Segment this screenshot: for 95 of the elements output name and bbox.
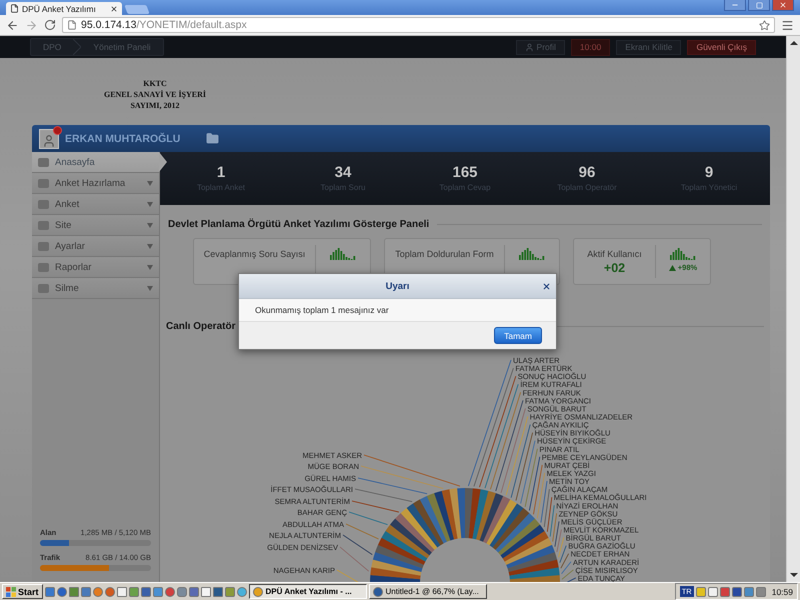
program-icon[interactable] — [236, 586, 247, 596]
leader-line — [346, 524, 379, 540]
header-title: GENEL SANAYİ VE İŞYERİ — [104, 89, 206, 100]
section-title: Canlı Operatör — [166, 321, 236, 332]
user-icon — [524, 42, 534, 52]
menu-item[interactable]: Site — [32, 215, 159, 236]
forward-button[interactable] — [25, 18, 38, 32]
maximize-button[interactable] — [748, 0, 770, 11]
tray-icon[interactable] — [708, 586, 718, 596]
address-field[interactable]: 95.0.174.13/YONETIM/default.aspx — [62, 17, 775, 33]
stat-value: 9 — [704, 164, 714, 181]
program-icon[interactable] — [92, 586, 103, 596]
scrollbar[interactable] — [786, 36, 800, 582]
menu-icon — [38, 242, 49, 250]
menu-item[interactable]: Anket Hazırlama — [32, 173, 159, 194]
stat-value: 96 — [578, 164, 596, 181]
user-icon — [42, 134, 56, 148]
menu-icon — [38, 178, 49, 188]
new-tab-button[interactable] — [124, 5, 150, 14]
taskbar-button[interactable]: DPÜ Anket Yazılımı - ... — [248, 584, 367, 599]
program-icon[interactable] — [68, 586, 79, 596]
stat-value: 165 — [452, 164, 478, 181]
profile-button[interactable]: Profil — [516, 40, 565, 54]
up-triangle-icon — [668, 264, 676, 270]
menu-item[interactable]: Raporlar — [32, 257, 159, 278]
leader-line — [342, 534, 373, 556]
sparkline-icon — [330, 248, 356, 260]
close-icon — [779, 1, 787, 9]
program-icon[interactable] — [200, 586, 211, 596]
dialog-title: Uyarı — [386, 280, 410, 292]
ok-button[interactable]: Tamam — [494, 327, 542, 344]
tray-icon[interactable] — [696, 586, 706, 596]
program-icon[interactable] — [128, 586, 139, 596]
dialog-message: Okunmamış toplam 1 mesajınız var — [255, 305, 389, 315]
menu-item[interactable]: Anket — [32, 194, 159, 215]
menu-icon — [38, 158, 49, 166]
back-button[interactable] — [6, 18, 19, 32]
windows-logo-icon — [6, 586, 16, 596]
tray-icon[interactable] — [756, 586, 766, 596]
folder-icon[interactable] — [206, 132, 220, 145]
taskbar-button[interactable]: Untitled-1 @ 66,7% (Lay... — [368, 584, 487, 599]
maximize-icon — [756, 2, 762, 8]
tray-icon[interactable] — [744, 586, 754, 596]
start-button[interactable]: Start — [2, 584, 43, 599]
logout-button[interactable]: Güvenli Çıkış — [687, 40, 756, 54]
program-icon[interactable] — [212, 586, 223, 596]
menu-item[interactable]: Silme — [32, 278, 159, 299]
menu-icon — [38, 262, 49, 272]
browser-tab[interactable]: DPÜ Anket Yazılımı — [6, 2, 122, 15]
leader-line — [352, 500, 400, 512]
card-value: +02 — [604, 261, 626, 275]
star-icon[interactable] — [759, 20, 770, 30]
program-icon[interactable] — [80, 586, 91, 596]
reload-button[interactable] — [44, 19, 56, 31]
page-icon — [10, 4, 19, 13]
leader-line — [561, 561, 572, 574]
card-label: Toplam Doldurulan Form — [395, 249, 494, 259]
program-icon[interactable] — [140, 586, 151, 596]
tray-icon[interactable] — [720, 586, 730, 596]
menu-item[interactable]: Ayarlar — [32, 236, 159, 257]
close-icon[interactable] — [110, 4, 118, 12]
card-label: Aktif Kullanıcı — [587, 249, 642, 259]
sparkline-icon — [670, 248, 696, 260]
lock-screen-button[interactable]: Ekranı Kilitle — [616, 40, 682, 54]
close-button[interactable] — [542, 282, 550, 290]
user-name: ERKAN MUHTAROĞLU — [65, 132, 180, 144]
program-icon[interactable] — [224, 586, 235, 596]
stat-value: 1 — [216, 164, 226, 181]
sparkline-icon — [519, 248, 545, 260]
timer-label: 10:00 — [570, 38, 610, 56]
menu-icon — [38, 284, 49, 292]
url-text: 95.0.174.13/YONETIM/default.aspx — [81, 19, 248, 31]
leader-line — [348, 512, 388, 526]
page-icon — [67, 20, 77, 30]
program-icon[interactable] — [176, 586, 187, 596]
menu-icon — [38, 200, 49, 208]
program-icon[interactable] — [44, 586, 55, 596]
program-icon[interactable] — [152, 586, 163, 596]
minimize-button[interactable] — [724, 0, 746, 11]
header-title: SAYIMI, 2012 — [130, 100, 180, 111]
program-icon[interactable] — [104, 586, 115, 596]
program-icon[interactable] — [164, 586, 175, 596]
scroll-up-icon[interactable] — [790, 39, 798, 47]
section-title: Devlet Planlama Örgütü Anket Yazılımı Gösterge Paneli — [168, 219, 430, 230]
scroll-down-icon[interactable] — [790, 571, 798, 579]
tray-icon[interactable] — [732, 586, 742, 596]
stat-value: 34 — [334, 164, 352, 181]
clock: 10:59 — [772, 586, 793, 596]
card-label: Cevaplanmış Soru Sayısı — [204, 249, 306, 259]
header-title: KKTC — [143, 78, 167, 89]
menu-button[interactable] — [781, 18, 794, 32]
program-icon[interactable] — [116, 586, 127, 596]
program-icon[interactable] — [188, 586, 199, 596]
program-icon[interactable] — [56, 586, 67, 596]
menu-icon — [38, 220, 49, 230]
